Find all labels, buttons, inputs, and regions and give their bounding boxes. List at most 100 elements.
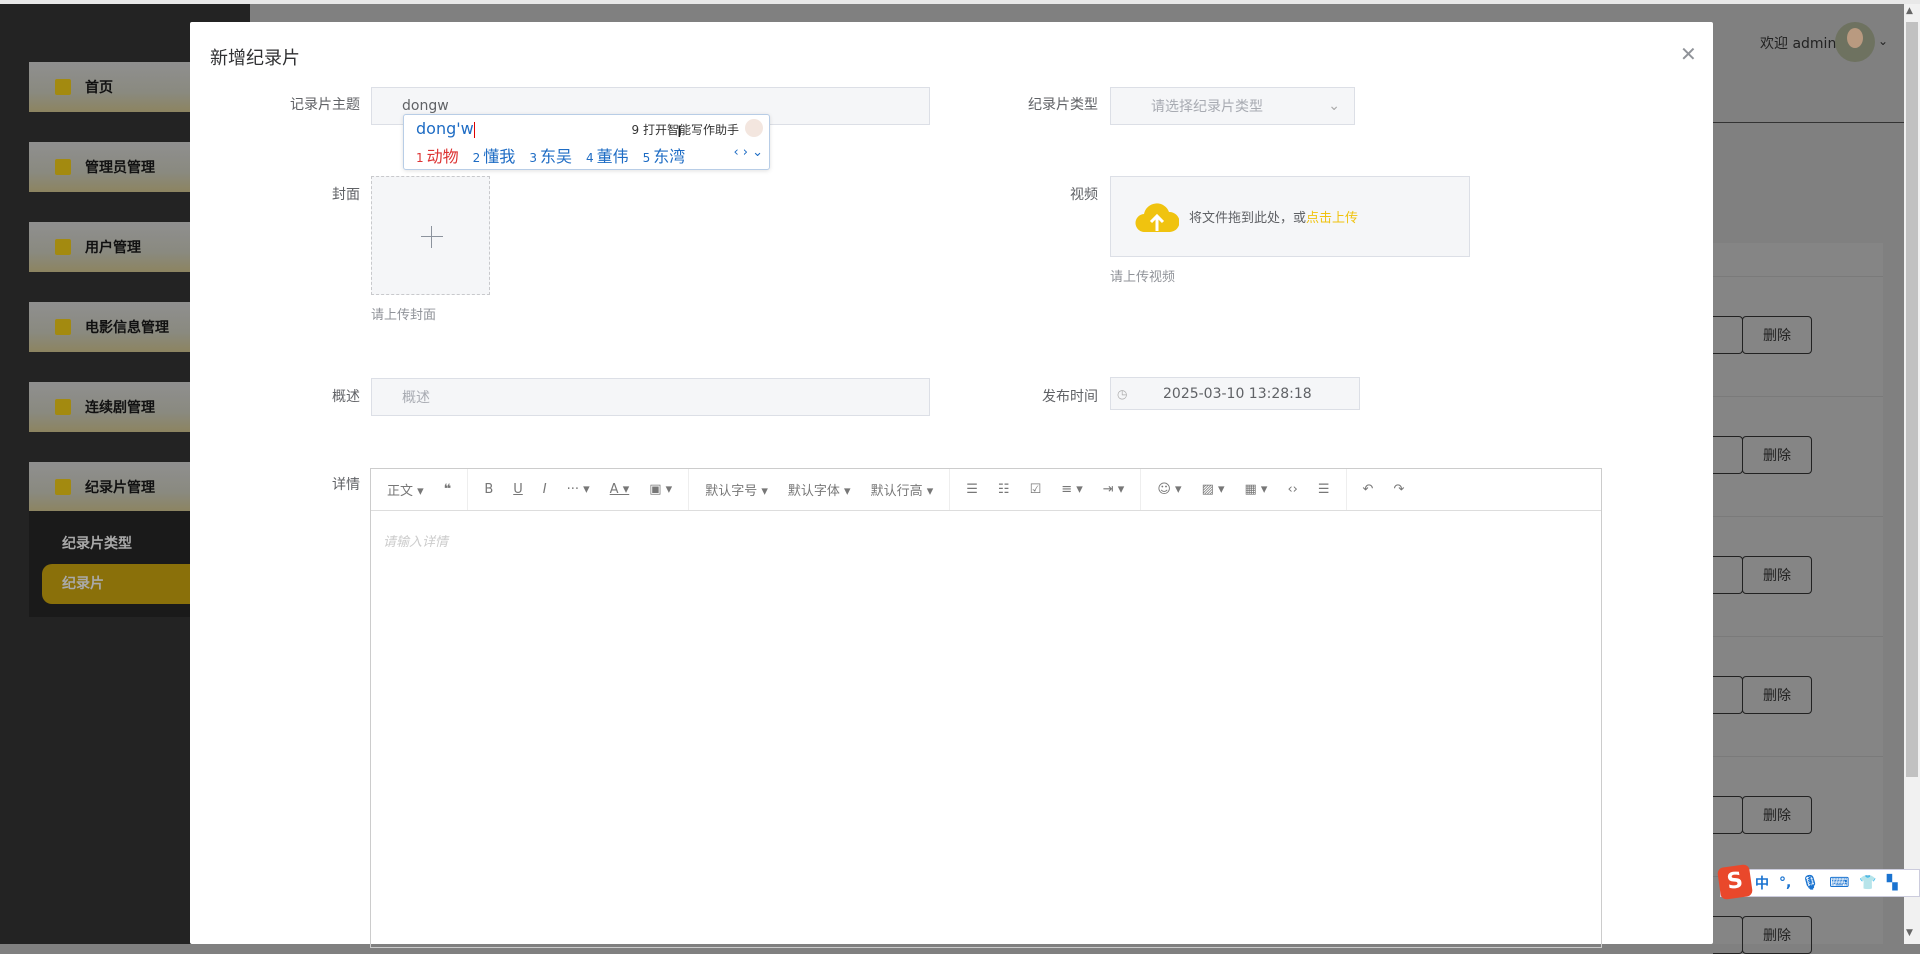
indent-icon[interactable]: ⇥ ▾ <box>1093 482 1135 497</box>
font-color-icon[interactable]: A ▾ <box>600 482 640 497</box>
italic-icon[interactable]: I <box>533 482 557 497</box>
candidate-number: 5 <box>642 151 651 165</box>
todo-icon[interactable]: ☑ <box>1020 482 1052 497</box>
ime-candidate[interactable]: 3 东吴 <box>529 143 572 167</box>
click-upload-link[interactable]: 点击上传 <box>1306 211 1358 226</box>
cover-upload[interactable] <box>371 176 490 295</box>
ime-pinyin: dong'w <box>416 119 474 138</box>
row-divider <box>1713 636 1883 637</box>
edit-button[interactable] <box>1713 556 1743 594</box>
candidate-number: 3 <box>529 151 537 165</box>
chevron-down-icon[interactable]: ⌄ <box>1878 34 1888 48</box>
ime-punctuation-toggle[interactable]: °, <box>1779 875 1791 891</box>
summary-input[interactable]: 概述 <box>371 378 930 416</box>
background-color-icon[interactable]: ▣ ▾ <box>639 482 682 497</box>
delete-button[interactable]: 删除 <box>1742 676 1812 714</box>
bulleted-list-icon[interactable]: ☰ <box>956 482 988 497</box>
rich-text-editor: 正文 ▾ ❝ B U I ··· ▾ A ▾ ▣ ▾ 默认字号 ▾ 默认字体 ▾ 默认行高 ▾ … <box>370 468 1602 948</box>
clock-icon: ◷ <box>1117 386 1128 401</box>
paragraph-label: 正文 <box>387 484 414 499</box>
sidebar-item-label: 管理员管理 <box>85 160 155 176</box>
row-divider <box>1713 276 1883 277</box>
edit-button[interactable] <box>1713 916 1743 954</box>
undo-icon[interactable]: ↶ <box>1353 482 1384 497</box>
summary-label: 概述 <box>332 389 360 405</box>
skin-icon[interactable]: 👕 <box>1859 875 1876 891</box>
film-icon <box>55 319 71 335</box>
paragraph-dropdown[interactable]: 正文 ▾ <box>377 480 434 499</box>
details-placeholder: 请输入详情 <box>383 535 449 550</box>
chevron-down-icon: ⌄ <box>1328 98 1340 114</box>
close-icon[interactable]: ✕ <box>1680 42 1697 66</box>
sidebar-item-label: 连续剧管理 <box>85 400 155 416</box>
more-icon[interactable]: ··· ▾ <box>557 482 600 497</box>
emoji-icon[interactable]: ☺ ▾ <box>1147 482 1191 497</box>
table-icon[interactable]: ▦ ▾ <box>1235 482 1278 497</box>
candidate-text: 东吴 <box>539 147 572 166</box>
ime-candidate[interactable]: 4 董伟 <box>586 143 629 167</box>
ime-candidate[interactable]: 2 懂我 <box>473 143 516 167</box>
delete-button[interactable]: 删除 <box>1742 796 1812 834</box>
font-size-dropdown[interactable]: 默认字号 ▾ <box>695 480 778 499</box>
line-height-label: 默认行高 <box>870 484 923 499</box>
keyboard-icon[interactable]: ⌨ <box>1829 875 1849 891</box>
quote-icon[interactable]: ❝ <box>434 482 462 497</box>
type-label: 纪录片类型 <box>1028 97 1098 113</box>
ime-language-toggle[interactable]: 中 <box>1755 873 1769 893</box>
avatar[interactable] <box>1835 22 1875 62</box>
delete-button[interactable]: 删除 <box>1742 556 1812 594</box>
delete-button[interactable]: 删除 <box>1742 916 1812 954</box>
scroll-down-icon[interactable]: ▼ <box>1906 928 1913 938</box>
ime-writing-assistant[interactable]: 9 打开智能写作助手 <box>632 121 739 138</box>
image-icon[interactable]: ▨ ▾ <box>1192 482 1235 497</box>
publish-time-input[interactable]: ◷ 2025-03-10 13:28:18 <box>1110 377 1360 410</box>
scrollbar-thumb[interactable] <box>1906 22 1918 777</box>
type-select[interactable]: 请选择纪录片类型 ⌄ <box>1110 87 1355 125</box>
ime-candidates: 1 动物 2 懂我 3 东吴 4 董伟 5 东湾 <box>416 143 685 167</box>
ime-candidate[interactable]: 1 动物 <box>416 143 459 167</box>
underline-icon[interactable]: U <box>503 482 533 497</box>
sogou-logo-icon[interactable]: S <box>1716 863 1754 901</box>
edit-button[interactable] <box>1713 796 1743 834</box>
line-height-dropdown[interactable]: 默认行高 ▾ <box>861 480 944 499</box>
numbered-list-icon[interactable]: ☷ <box>988 482 1020 497</box>
video-upload[interactable]: 将文件拖到此处，或点击上传 <box>1110 176 1470 257</box>
delete-button[interactable]: 删除 <box>1742 316 1812 354</box>
publish-time-label: 发布时间 <box>1042 389 1098 405</box>
add-documentary-dialog: 新增纪录片 ✕ 记录片主题 dongw 纪录片类型 请选择纪录片类型 ⌄ 封面 请… <box>190 22 1713 948</box>
scroll-up-icon[interactable]: ▲ <box>1906 6 1913 16</box>
microphone-icon[interactable]: 🎙 <box>1801 875 1819 891</box>
home-icon <box>55 79 71 95</box>
divider-icon[interactable]: ☰ <box>1308 482 1340 497</box>
delete-button[interactable]: 删除 <box>1742 436 1812 474</box>
row-divider <box>1713 516 1883 517</box>
edit-button[interactable] <box>1713 316 1743 354</box>
font-size-label: 默认字号 <box>705 484 758 499</box>
cover-label: 封面 <box>332 187 360 203</box>
redo-icon[interactable]: ↷ <box>1383 482 1414 497</box>
summary-placeholder: 概述 <box>402 390 430 406</box>
ime-candidate[interactable]: 5 东湾 <box>643 143 686 167</box>
candidate-number: 2 <box>472 151 481 165</box>
row-divider <box>1713 756 1883 757</box>
drop-text: 将文件拖到此处，或 <box>1189 211 1307 226</box>
divider <box>1713 122 1904 123</box>
bold-icon[interactable]: B <box>474 482 503 497</box>
ime-page-nav[interactable]: ‹ › ⌄ <box>733 145 763 160</box>
video-label: 视频 <box>1070 187 1098 203</box>
candidate-text: 东湾 <box>653 147 686 166</box>
code-icon[interactable]: ‹› <box>1277 482 1307 497</box>
font-family-label: 默认字体 <box>787 484 840 499</box>
gear-icon <box>55 159 71 175</box>
apps-icon[interactable]: ▚ <box>1887 875 1898 891</box>
text-cursor-icon: I <box>677 122 682 141</box>
candidate-text: 董伟 <box>596 147 629 166</box>
ime-candidate-popup: dong'w 9 打开智能写作助手 1 动物 2 懂我 3 东吴 4 董伟 5 东湾 ‹ … <box>403 114 770 170</box>
align-icon[interactable]: ≡ ▾ <box>1051 482 1093 497</box>
edit-button[interactable] <box>1713 436 1743 474</box>
candidate-number: 1 <box>416 151 424 165</box>
candidate-text: 动物 <box>426 147 459 166</box>
font-family-dropdown[interactable]: 默认字体 ▾ <box>778 480 861 499</box>
details-label: 详情 <box>332 477 360 493</box>
edit-button[interactable] <box>1713 676 1743 714</box>
